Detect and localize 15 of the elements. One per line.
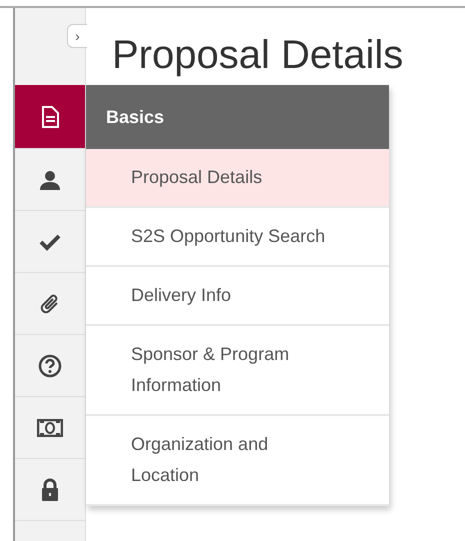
menu-item[interactable]: S2S Opportunity Search	[86, 208, 389, 267]
expand-toggle[interactable]: ›	[67, 24, 87, 48]
banknote-icon	[37, 418, 63, 436]
person-icon	[39, 168, 61, 190]
menu-item[interactable]: Organization and Location	[86, 416, 389, 506]
sidebar-item[interactable]	[15, 85, 85, 149]
document-icon	[41, 106, 59, 128]
menu-item[interactable]: Proposal Details	[86, 149, 389, 208]
menu-item[interactable]: Sponsor & Program Information	[86, 326, 389, 416]
page-title: Proposal Details	[111, 32, 404, 79]
check-icon	[39, 232, 61, 250]
menu-item[interactable]: Delivery Info	[86, 267, 389, 326]
menu-header: Basics	[86, 85, 389, 149]
question-icon	[38, 354, 62, 378]
lock-icon	[40, 478, 60, 502]
